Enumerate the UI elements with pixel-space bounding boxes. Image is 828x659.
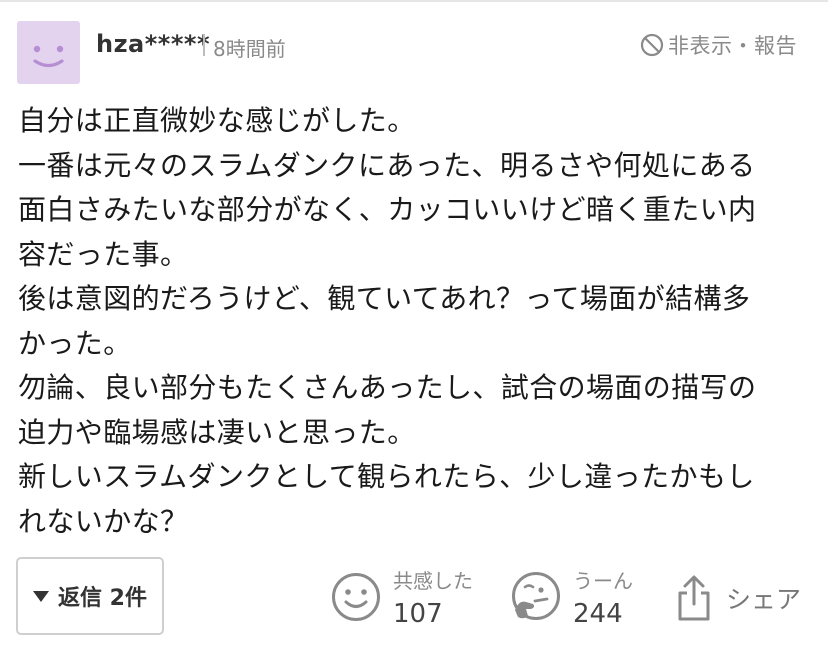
avatar[interactable]: [17, 21, 80, 84]
prohibited-icon: [640, 33, 664, 57]
comment-line: 一番は元々のスラムダンクにあった、明るさや何処にある: [18, 148, 756, 182]
post-time: 8時間前: [213, 37, 286, 61]
comment-line: 容だった事。: [18, 237, 189, 271]
smile-icon: [332, 573, 380, 621]
comment-line: かった。: [18, 326, 132, 360]
top-divider: [0, 0, 828, 2]
comment-line: 面白さみたいな部分がなく、カッコいいけど暗く重たい内: [18, 193, 757, 226]
empathy-count: 107: [393, 599, 443, 629]
comment-line: 迫力や臨場感は凄いと思った。: [18, 415, 416, 449]
comment-body: 自分は正直微妙な感じがした。 一番は元々のスラムダンクにあった、明るさや何処にあ…: [18, 99, 818, 544]
share-label: シェア: [726, 585, 802, 614]
comment-line: 新しいスラムダンクとして観られたら、少し違ったかもし: [18, 460, 755, 493]
thinking-face-icon: [512, 572, 560, 620]
reply-button[interactable]: 返信 2件: [16, 557, 164, 635]
hmm-button[interactable]: うーん 244: [509, 563, 659, 635]
hide-report-link[interactable]: 非表示・報告: [640, 30, 797, 60]
empathy-button[interactable]: 共感した 107: [330, 563, 490, 635]
share-icon: [678, 575, 710, 621]
empathy-label: 共感した: [393, 569, 473, 593]
comment-line: 勿論、良い部分もたくさんあったし、試合の場面の描写の: [18, 371, 757, 404]
smiley-face-icon: [33, 45, 64, 68]
username[interactable]: hza*****: [96, 30, 210, 58]
hmm-label: うーん: [573, 569, 633, 593]
share-button[interactable]: シェア: [676, 570, 816, 626]
caret-down-icon: [33, 590, 50, 602]
comment-line: 自分は正直微妙な感じがした。: [18, 104, 416, 137]
reply-label: 返信 2件: [58, 586, 147, 611]
separator: [203, 34, 205, 56]
comment-line: れないかな？: [18, 504, 189, 538]
hmm-count: 244: [573, 599, 623, 629]
hide-report-label: 非表示・報告: [668, 34, 797, 58]
comment-line: 後は意図的だろうけど、観ていてあれ？って場面が結構多: [18, 282, 751, 315]
